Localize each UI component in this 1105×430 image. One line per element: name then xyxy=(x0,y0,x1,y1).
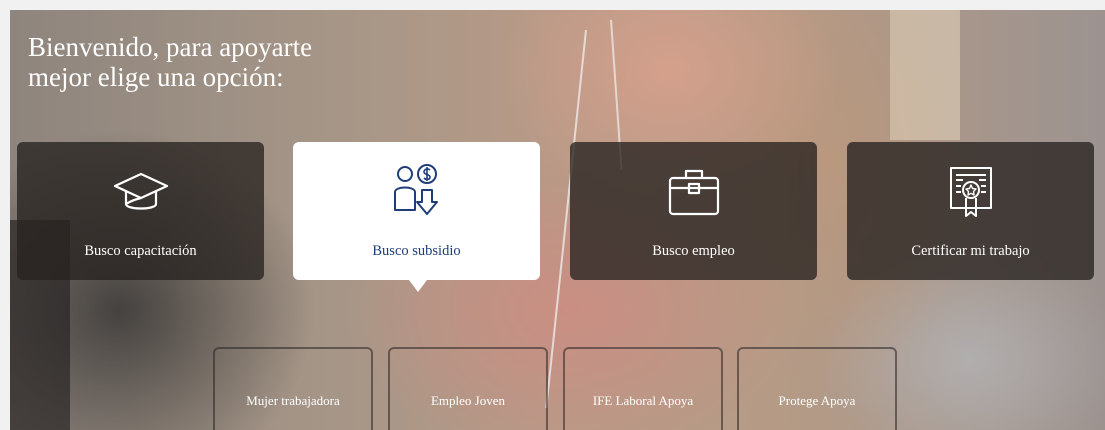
program-label: Protege Apoya xyxy=(778,393,856,408)
option-card-empleo[interactable]: Busco empleo xyxy=(570,142,817,280)
person-money-icon xyxy=(387,162,447,222)
program-protege-apoya[interactable]: Protege Apoya xyxy=(737,347,897,430)
option-card-certificar[interactable]: Certificar mi trabajo xyxy=(847,142,1094,280)
option-label: Certificar mi trabajo xyxy=(911,243,1030,259)
title-line-1: Bienvenido, para apoyarte xyxy=(28,32,313,62)
program-label: Mujer trabajadora xyxy=(246,393,340,408)
briefcase-icon xyxy=(664,162,724,222)
certificate-icon xyxy=(941,162,1001,222)
option-label: Busco subsidio xyxy=(372,243,461,259)
program-label: IFE Laboral Apoya xyxy=(592,393,694,408)
program-mujer-trabajadora[interactable]: Mujer trabajadora xyxy=(213,347,373,430)
option-label: Busco empleo xyxy=(652,243,735,259)
hero-banner: Bienvenido, para apoyarte mejor elige un… xyxy=(10,10,1105,430)
graduation-cap-icon xyxy=(111,162,171,222)
program-ife-laboral-apoya[interactable]: IFE Laboral Apoya xyxy=(563,347,723,430)
program-label: Empleo Joven xyxy=(430,393,505,408)
page-title: Bienvenido, para apoyarte mejor elige un… xyxy=(28,32,388,92)
background-door xyxy=(890,10,960,140)
title-line-2: mejor elige una opción: xyxy=(28,62,284,92)
program-empleo-joven[interactable]: Empleo Joven xyxy=(388,347,548,430)
option-card-subsidio[interactable]: Busco subsidio xyxy=(293,142,540,292)
option-label: Busco capacitación xyxy=(84,243,197,259)
option-card-capacitacion[interactable]: Busco capacitación xyxy=(17,142,264,280)
